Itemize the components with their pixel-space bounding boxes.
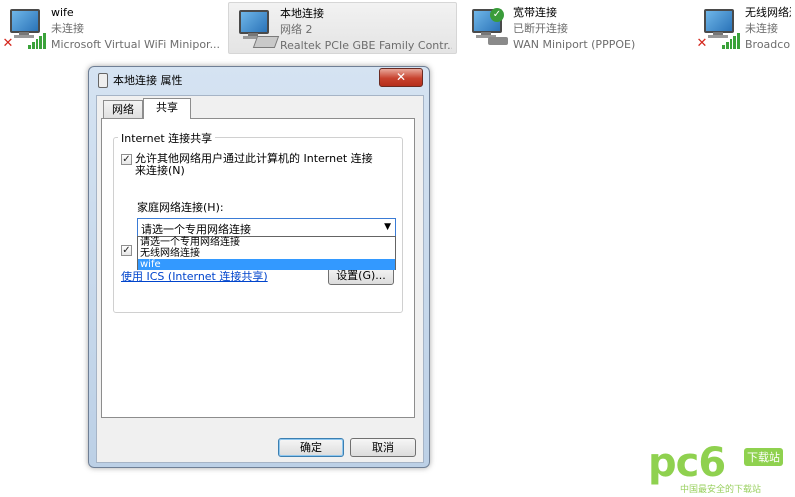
allow-control-checkbox[interactable]: ✓ [121, 245, 132, 256]
disconnected-x-icon: ✕ [2, 36, 14, 51]
connection-name: 无线网络连 [745, 6, 791, 19]
network-adapter-icon: ✕ [2, 5, 48, 51]
close-icon: ✕ [395, 70, 407, 84]
monitor-icon [10, 9, 40, 33]
ics-groupbox: Internet 连接共享 ✓ 允许其他网络用户通过此计算机的 Internet… [113, 130, 403, 313]
connection-status: 未连接 [51, 22, 84, 35]
watermark-subtitle: 中国最安全的下载站 [680, 485, 762, 495]
sharing-tab-panel: Internet 连接共享 ✓ 允许其他网络用户通过此计算机的 Internet… [101, 118, 415, 418]
connection-adapter: Realtek PCIe GBE Family Contr... [280, 39, 452, 52]
chevron-down-icon: ▼ [384, 222, 391, 232]
site-watermark: pc6 下载站 中国最安全的下载站 [648, 440, 793, 495]
network-cable-icon [98, 73, 108, 88]
ics-help-link[interactable]: 使用 ICS (Internet 连接共享) [121, 268, 268, 284]
modem-icon [488, 37, 508, 45]
allow-share-checkbox[interactable]: ✓ [121, 154, 132, 165]
connection-name: 宽带连接 [513, 6, 557, 19]
watermark-tag: 下载站 [744, 448, 783, 466]
connection-name: 本地连接 [280, 7, 324, 20]
monitor-icon [239, 10, 269, 34]
cancel-button[interactable]: 取消 [350, 438, 416, 457]
monitor-icon [704, 9, 734, 33]
dropdown-option-selected[interactable]: wife [138, 259, 395, 270]
home-network-select[interactable]: 请选一个专用网络连接 ▼ [137, 218, 396, 237]
connection-adapter: Microsoft Virtual WiFi Minipor... [51, 38, 221, 51]
home-network-label: 家庭网络连接(H): [137, 201, 224, 214]
connection-item-broadband[interactable]: ✓ 宽带连接 已断开连接 WAN Miniport (PPPOE) [462, 2, 687, 54]
connection-item-local[interactable]: 本地连接 网络 2 Realtek PCIe GBE Family Contr.… [228, 2, 457, 54]
wifi-signal-icon [28, 33, 46, 49]
ok-button[interactable]: 确定 [278, 438, 344, 457]
dialog-title: 本地连接 属性 [113, 74, 183, 87]
connection-adapter: Broadcon [745, 38, 791, 51]
close-button[interactable]: ✕ [379, 68, 423, 87]
dialog-client: 网络 共享 Internet 连接共享 ✓ 允许其他网络用户通过此计算机的 In… [96, 95, 424, 463]
network-adapter-icon: ✕ [696, 5, 742, 51]
connection-name: wife [51, 6, 74, 19]
connected-check-icon: ✓ [490, 8, 504, 22]
tab-sharing[interactable]: 共享 [143, 98, 191, 119]
network-adapter-icon [233, 6, 280, 52]
connection-item-wife[interactable]: ✕ wife 未连接 Microsoft Virtual WiFi Minipo… [0, 2, 225, 54]
ethernet-card-icon [252, 36, 280, 48]
disconnected-x-icon: ✕ [696, 36, 708, 51]
tab-network[interactable]: 网络 [103, 100, 143, 118]
group-title: Internet 连接共享 [118, 130, 216, 146]
watermark-logo: pc6 [648, 440, 726, 486]
properties-dialog: 本地连接 属性 ✕ 网络 共享 Internet 连接共享 ✓ 允许其他网络用户… [88, 66, 430, 468]
connection-status: 网络 2 [280, 23, 313, 36]
allow-share-label: 允许其他网络用户通过此计算机的 Internet 连接 来连接(N) [135, 152, 373, 177]
connection-status: 已断开连接 [513, 22, 568, 35]
home-network-dropdown: 请选一个专用网络连接 无线网络连接 wife [137, 236, 396, 270]
connection-item-wireless[interactable]: ✕ 无线网络连 未连接 Broadcon [694, 2, 795, 54]
connection-adapter: WAN Miniport (PPPOE) [513, 38, 636, 51]
wifi-signal-icon [722, 33, 740, 49]
combo-value: 请选一个专用网络连接 [141, 223, 251, 236]
dropdown-option[interactable]: 无线网络连接 [138, 248, 395, 259]
connection-status: 未连接 [745, 22, 778, 35]
network-adapter-icon: ✓ [466, 5, 510, 51]
dialog-titlebar[interactable]: 本地连接 属性 ✕ [89, 67, 429, 91]
dropdown-option[interactable]: 请选一个专用网络连接 [138, 237, 395, 248]
